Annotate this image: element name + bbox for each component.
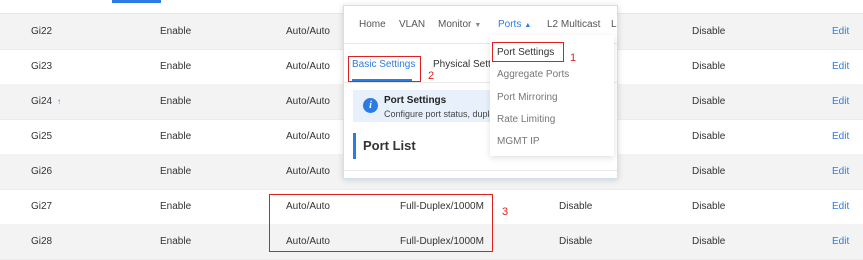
admin-status: Enable bbox=[160, 166, 192, 177]
menu-item-aggregate-ports[interactable]: Aggregate Ports bbox=[497, 69, 569, 80]
nav-home[interactable]: Home bbox=[359, 6, 386, 43]
chevron-up-icon: ▲ bbox=[524, 22, 532, 29]
status-value: Disable bbox=[692, 61, 726, 72]
status-value: Disable bbox=[692, 236, 726, 247]
status-value: Disable bbox=[692, 131, 726, 142]
annotation-number-3: 3 bbox=[502, 206, 509, 218]
nav-monitor-label: Monitor bbox=[438, 19, 472, 30]
active-tab-indicator bbox=[112, 0, 161, 3]
nav-ports-label: Ports bbox=[498, 19, 522, 30]
chevron-down-icon: ▼ bbox=[474, 22, 482, 29]
port-name: Gi25 bbox=[31, 131, 53, 142]
speed-setting: Auto/Auto bbox=[286, 166, 330, 177]
info-icon: i bbox=[363, 98, 378, 113]
divider bbox=[344, 170, 617, 171]
status-value: Disable bbox=[692, 201, 726, 212]
speed-setting: Auto/Auto bbox=[286, 131, 330, 142]
speed-setting: Auto/Auto bbox=[286, 61, 330, 72]
port-list-heading: Port List bbox=[353, 133, 506, 159]
status-value: Disable bbox=[692, 96, 726, 107]
annotation-number-1: 1 bbox=[570, 52, 577, 64]
info-title: Port Settings bbox=[384, 95, 447, 106]
admin-status: Enable bbox=[160, 26, 192, 37]
edit-link[interactable]: Edit bbox=[832, 154, 849, 189]
info-description: Configure port status, duple bbox=[384, 109, 495, 119]
tab-physical-settings[interactable]: Physical Settin bbox=[433, 48, 499, 82]
speed-setting: Auto/Auto bbox=[286, 26, 330, 37]
admin-status: Enable bbox=[160, 201, 192, 212]
menu-item-rate-limiting[interactable]: Rate Limiting bbox=[497, 114, 555, 125]
admin-status: Enable bbox=[160, 61, 192, 72]
port-name: Gi28 bbox=[31, 236, 53, 247]
annotation-number-2: 2 bbox=[428, 70, 435, 82]
admin-status: Enable bbox=[160, 96, 192, 107]
port-name: Gi27 bbox=[31, 201, 53, 212]
menu-item-mgmt-ip[interactable]: MGMT IP bbox=[497, 136, 540, 147]
info-banner: i Port Settings Configure port status, d… bbox=[353, 90, 503, 122]
edit-link[interactable]: Edit bbox=[832, 224, 849, 259]
port-list-title: Port List bbox=[363, 138, 416, 153]
annotation-box-1 bbox=[492, 42, 564, 62]
flow-control: Disable bbox=[559, 201, 593, 212]
edit-link[interactable]: Edit bbox=[832, 14, 849, 49]
port-name: Gi23 bbox=[31, 61, 53, 72]
menu-item-port-mirroring[interactable]: Port Mirroring bbox=[497, 92, 558, 103]
port-name: Gi26 bbox=[31, 166, 53, 177]
edit-link[interactable]: Edit bbox=[832, 84, 849, 119]
status-value: Disable bbox=[692, 26, 726, 37]
status-value: Disable bbox=[692, 166, 726, 177]
edit-link[interactable]: Edit bbox=[832, 49, 849, 84]
admin-status: Enable bbox=[160, 236, 192, 247]
speed-setting: Auto/Auto bbox=[286, 96, 330, 107]
annotation-box-3 bbox=[269, 194, 493, 252]
nav-vlan[interactable]: VLAN bbox=[399, 6, 425, 43]
uplink-arrow-icon: ↑ bbox=[57, 97, 61, 106]
annotation-box-2 bbox=[348, 56, 421, 82]
port-name: Gi24 bbox=[31, 96, 53, 107]
port-name: Gi22 bbox=[31, 26, 53, 37]
edit-link[interactable]: Edit bbox=[832, 119, 849, 154]
flow-control: Disable bbox=[559, 236, 593, 247]
edit-link[interactable]: Edit bbox=[832, 189, 849, 224]
admin-status: Enable bbox=[160, 131, 192, 142]
nav-monitor[interactable]: Monitor ▼ bbox=[438, 6, 481, 44]
